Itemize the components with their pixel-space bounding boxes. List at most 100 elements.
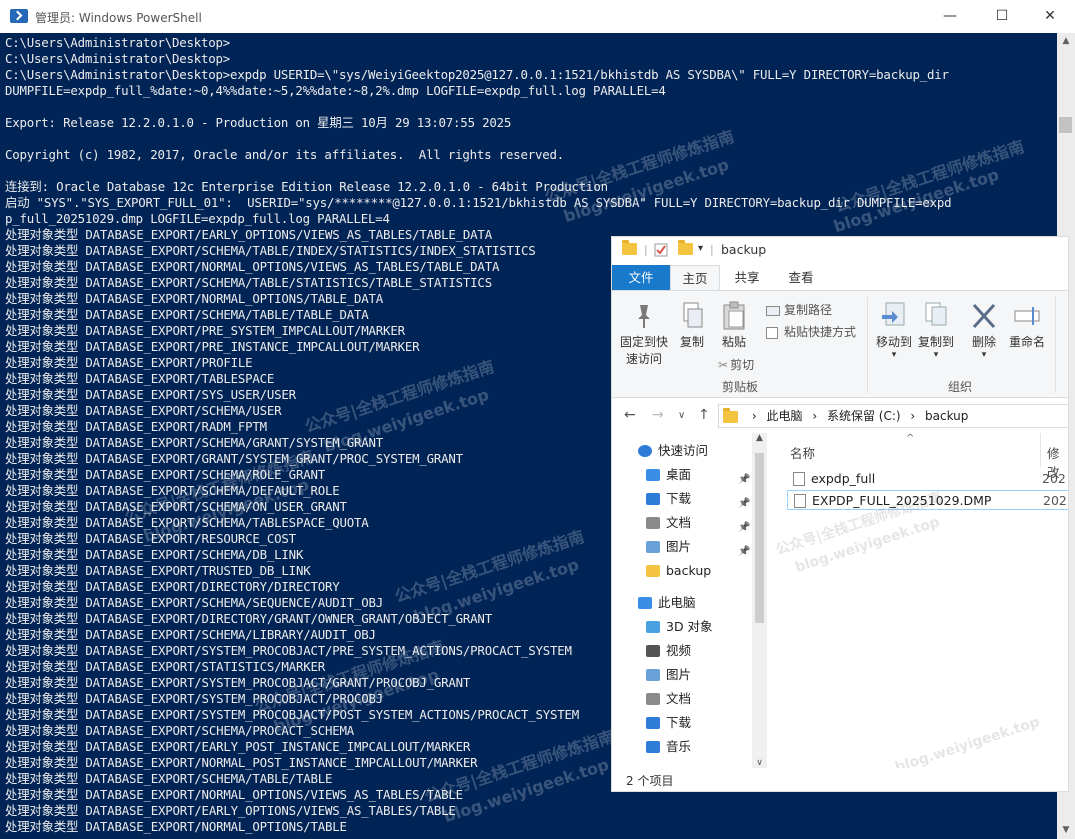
file-row[interactable]: EXPDP_FULL_20251029.DMP 202: [787, 490, 1068, 510]
file-date: 202: [1043, 493, 1067, 508]
breadcrumb-backup[interactable]: backup: [925, 409, 968, 423]
folder-icon: [723, 407, 744, 423]
minimize-button[interactable]: —: [927, 0, 973, 33]
nav-item[interactable]: 快速访问: [612, 439, 752, 463]
3d-objects-icon: [646, 621, 660, 633]
scrollbar-thumb[interactable]: [755, 453, 764, 623]
breadcrumb-drive[interactable]: 系统保留 (C:): [827, 409, 901, 423]
pin-quick-access-button[interactable]: 固定到快 速访问: [618, 301, 670, 368]
copy-label: 复制: [679, 335, 704, 349]
nav-item-label: 3D 对象: [666, 619, 713, 634]
paste-shortcut-button[interactable]: 粘贴快捷方式: [766, 323, 856, 340]
breadcrumb-this-pc[interactable]: 此电脑: [766, 409, 802, 423]
nav-item-label: backup: [666, 563, 712, 578]
properties-icon[interactable]: [654, 243, 668, 259]
pin-icon: [630, 301, 658, 331]
music-icon: [646, 741, 660, 753]
paste-shortcut-icon: [766, 326, 778, 339]
up-arrow-icon[interactable]: ↑: [698, 407, 710, 423]
nav-item[interactable]: 文档: [612, 687, 752, 711]
nav-item[interactable]: 桌面 📌: [612, 463, 752, 487]
folder-icon: [646, 565, 660, 577]
scroll-up-arrow-icon[interactable]: ▲: [1057, 33, 1075, 50]
nav-scrollbar[interactable]: ▲ ∨: [752, 433, 767, 768]
file-list: ^ 名称 修改 expdp_full 202 EXPDP_FULL_20251029…: [774, 433, 1068, 776]
scissors-icon: ✂: [718, 358, 729, 372]
scroll-up-arrow-icon[interactable]: ▲: [752, 433, 767, 443]
ribbon-tabs: 文件 主页 共享 查看: [612, 265, 1068, 290]
nav-item[interactable]: 图片: [612, 663, 752, 687]
paste-icon: [720, 301, 748, 331]
nav-item[interactable]: 下载 📌: [612, 487, 752, 511]
sort-caret-icon: ^: [906, 433, 915, 444]
pictures-icon: [646, 669, 660, 681]
download-icon: [646, 493, 660, 505]
address-box[interactable]: › 此电脑 › 系统保留 (C:) › backup: [718, 404, 1068, 428]
item-count: 2 个项目: [626, 774, 674, 788]
file-name: expdp_full: [811, 471, 876, 486]
rename-button[interactable]: 重命名: [1008, 301, 1046, 351]
rename-icon: [1013, 301, 1041, 331]
navigation-pane: 快速访问 桌面 📌 下载 📌 文档 📌 图片 📌 backup 此电脑 3D 对象 视频 图片 文档 下载 音乐…: [612, 433, 767, 768]
nav-item[interactable]: backup: [612, 559, 752, 583]
new-folder-icon[interactable]: [678, 240, 693, 259]
nav-item[interactable]: 3D 对象: [612, 615, 752, 639]
console-line: DUMPFILE=expdp_full_%date:~0,4%%date:~5,…: [5, 83, 666, 98]
explorer-title: backup: [721, 242, 767, 257]
move-to-button[interactable]: 移动到 ▾: [872, 301, 916, 360]
file-row[interactable]: expdp_full 202: [787, 469, 1068, 489]
nav-item[interactable]: 此电脑: [612, 591, 752, 615]
nav-item[interactable]: 图片 📌: [612, 535, 752, 559]
scroll-down-arrow-icon[interactable]: ∨: [752, 758, 767, 768]
nav-item-label: 桌面: [666, 467, 692, 482]
nav-item-label: 音乐: [666, 739, 692, 754]
address-bar-row: ← → ∨ ↑ › 此电脑 › 系统保留 (C:) › backup: [612, 398, 1068, 433]
copy-button[interactable]: 复制: [674, 301, 710, 351]
tab-view[interactable]: 查看: [776, 265, 826, 290]
console-line: Copyright (c) 1982, 2017, Oracle and/or …: [5, 147, 565, 162]
back-arrow-icon[interactable]: ←: [624, 407, 636, 423]
document-icon: [646, 693, 660, 705]
copy-path-icon: [766, 305, 780, 316]
file-name: EXPDP_FULL_20251029.DMP: [812, 493, 992, 508]
watermark-url: blog.weiyigeek.top: [793, 514, 942, 576]
maximize-button[interactable]: ☐: [979, 0, 1025, 33]
scroll-down-arrow-icon[interactable]: ▼: [1057, 822, 1075, 839]
tab-share[interactable]: 共享: [722, 265, 772, 290]
computer-icon: [638, 597, 652, 609]
explorer-window: | ▾ | backup 文件 主页 共享 查看 固定到快 速访问 复制 粘贴 …: [611, 236, 1069, 792]
file-icon: [794, 494, 806, 508]
copy-to-button[interactable]: 复制到 ▾: [914, 301, 958, 360]
forward-arrow-icon[interactable]: →: [652, 407, 664, 423]
console-line: p_full_20251029.dmp LOGFILE=expdp_full.l…: [5, 211, 390, 226]
nav-item-label: 文档: [666, 515, 692, 530]
paste-button[interactable]: 粘贴: [716, 301, 752, 351]
nav-item[interactable]: 音乐: [612, 735, 752, 759]
qa-dropdown-icon[interactable]: ▾: [698, 243, 703, 259]
nav-item[interactable]: 下载: [612, 711, 752, 735]
document-icon: [646, 517, 660, 529]
nav-item[interactable]: 文档 📌: [612, 511, 752, 535]
cut-button[interactable]: ✂ 剪切: [718, 356, 754, 373]
copy-to-icon: [922, 301, 950, 331]
tab-home[interactable]: 主页: [670, 265, 720, 290]
column-header-name[interactable]: 名称: [790, 443, 815, 462]
watermark-url: blog.weiyigeek.top: [893, 714, 1042, 776]
powershell-icon: [10, 9, 28, 23]
delete-button[interactable]: 删除 ▾: [966, 301, 1002, 360]
console-line: 处理对象类型 DATABASE_EXPORT/EARLY_OPTIONS/VIE…: [5, 803, 456, 818]
copy-path-button[interactable]: 复制路径: [766, 301, 832, 318]
console-line: Export: Release 12.2.0.1.0 - Production …: [5, 115, 512, 130]
pin-label: 固定到快 速访问: [619, 335, 668, 366]
nav-item[interactable]: 视频: [612, 639, 752, 663]
console-line: C:\Users\Administrator\Desktop>expdp USE…: [5, 67, 949, 82]
clipboard-group-label: 剪贴板: [722, 380, 759, 394]
tab-file[interactable]: 文件: [612, 265, 670, 290]
nav-item-label: 快速访问: [658, 443, 709, 458]
ribbon: 固定到快 速访问 复制 粘贴 复制路径 粘贴快捷方式 ✂ 剪切 剪贴板 移动到 …: [612, 290, 1068, 398]
scrollbar-thumb[interactable]: [1059, 117, 1072, 133]
close-button[interactable]: ✕: [1027, 0, 1073, 33]
recent-dropdown-icon[interactable]: ∨: [678, 410, 685, 421]
console-line: 处理对象类型 DATABASE_EXPORT/NORMAL_OPTIONS/TA…: [5, 819, 347, 834]
